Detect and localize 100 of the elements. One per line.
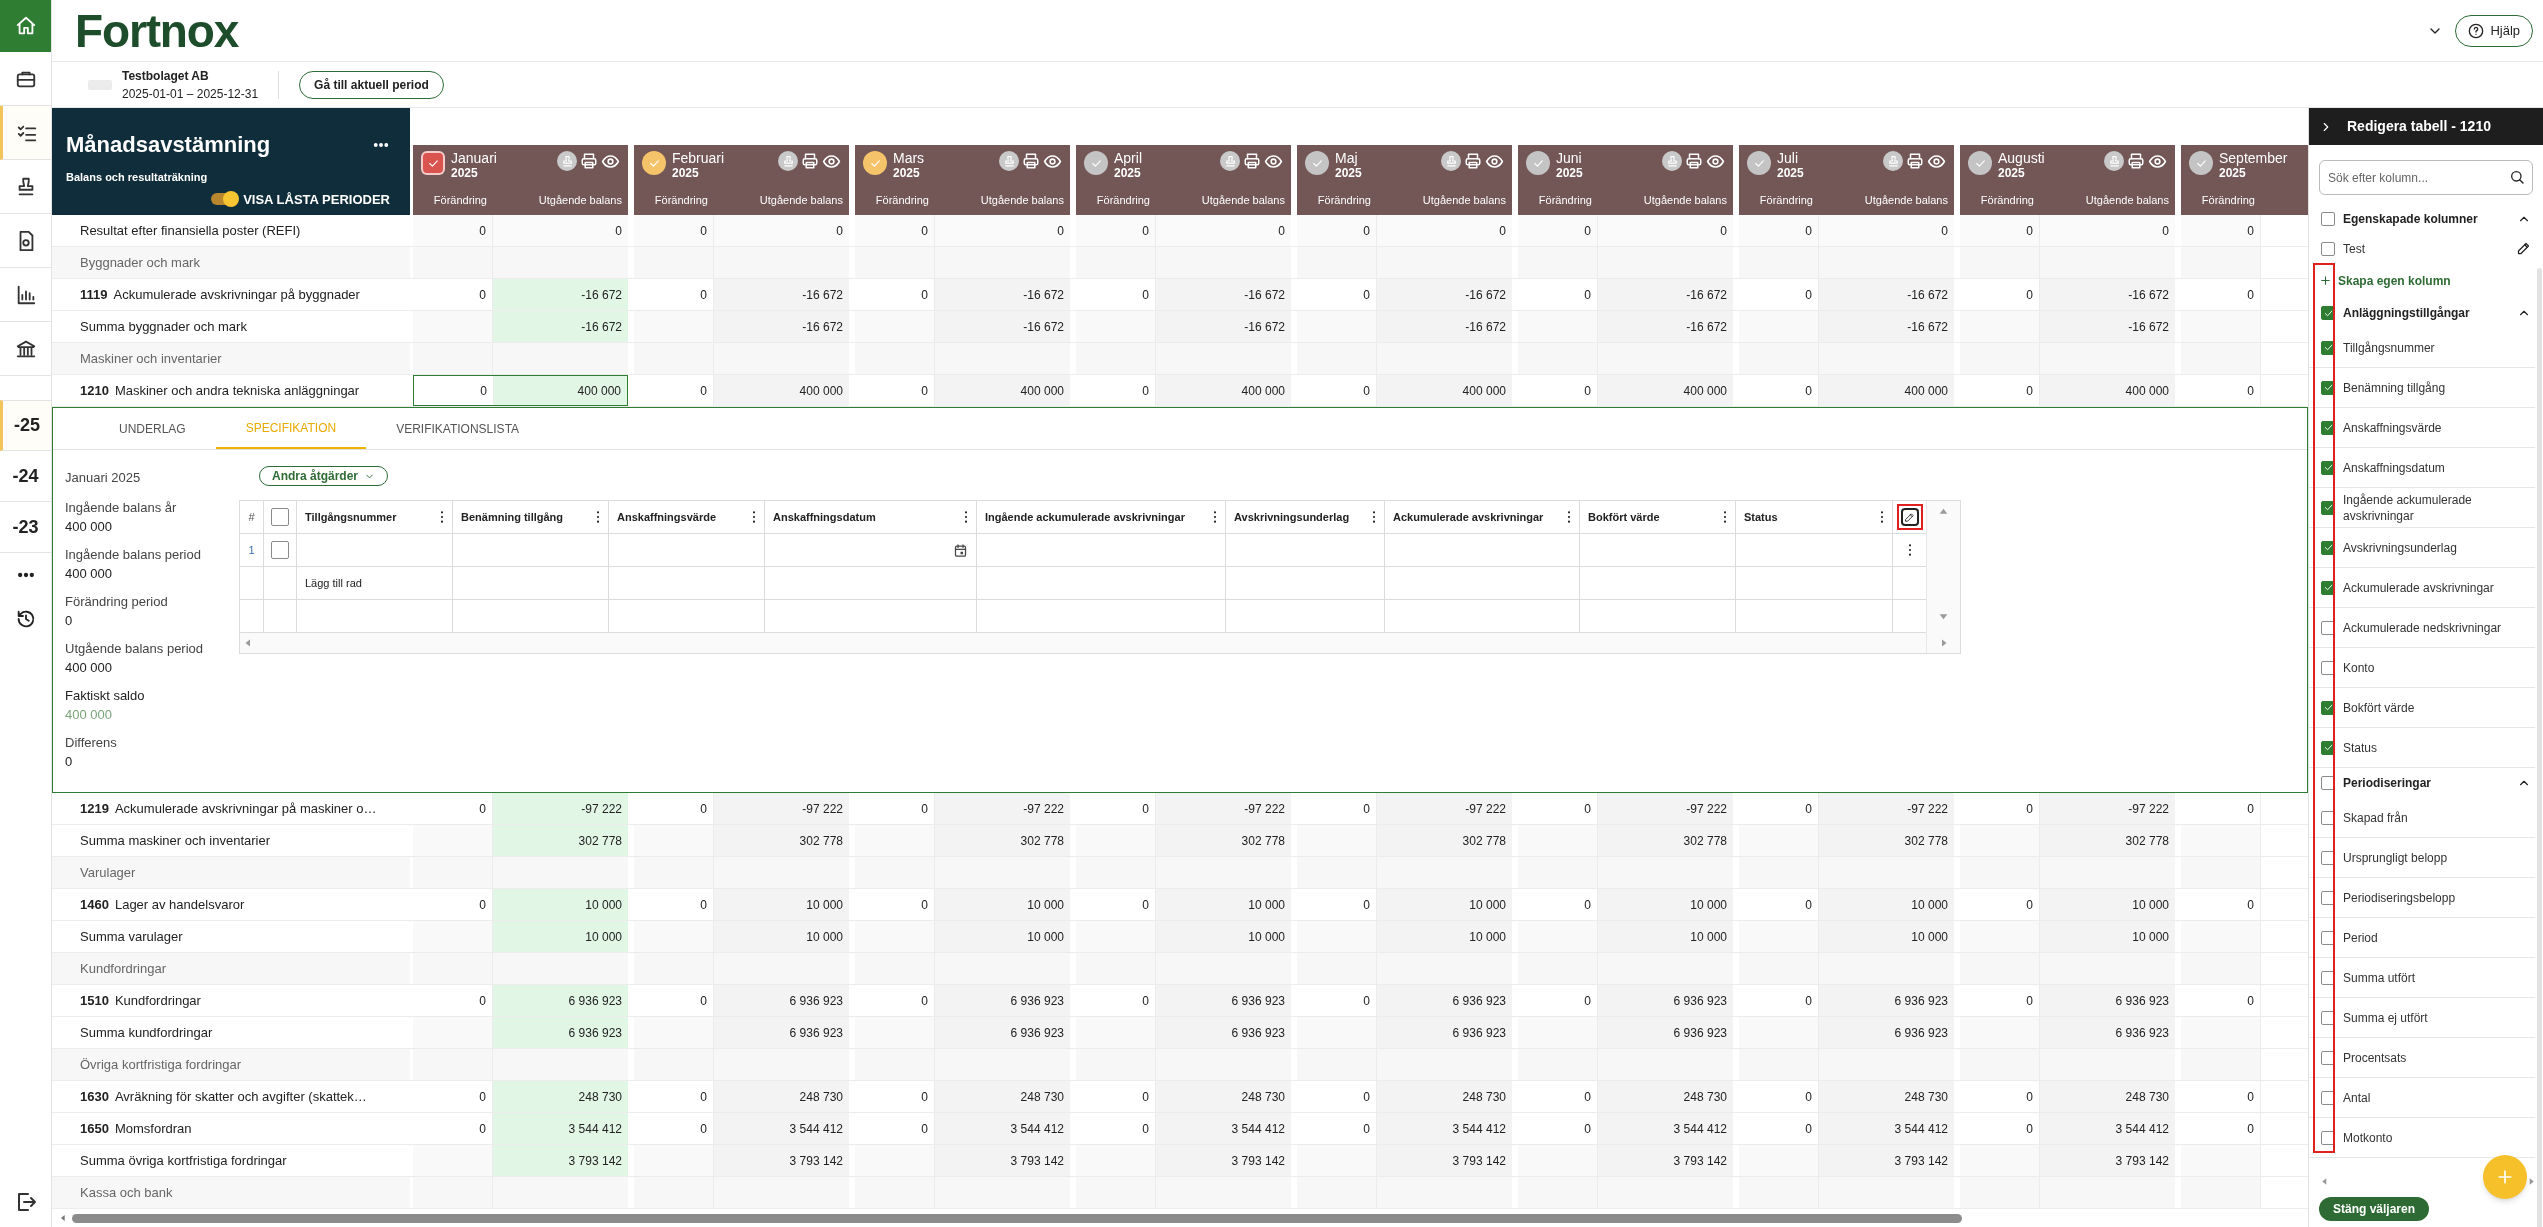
table-cell: -97 222 [1598, 793, 1733, 824]
status-icon[interactable] [863, 151, 887, 175]
tab[interactable]: VERIFIKATIONSLISTA [366, 408, 550, 449]
account-name: Avräkning för skatter och avgifter (skattek… [114, 1087, 367, 1106]
group-label: Byggnader och mark [52, 247, 410, 278]
print-icon[interactable] [2127, 152, 2145, 170]
column-option: Ackumulerade nedskrivningar [2343, 619, 2502, 636]
column-label: Utgående balans [537, 192, 623, 208]
table-cell: 400 000 [2040, 375, 2175, 406]
logo[interactable]: Fortnox [75, 7, 239, 54]
column-option: Summa ej utfört [2343, 1009, 2428, 1026]
table-cell: 302 778 [1156, 825, 1291, 856]
table-cell: 0 [855, 215, 935, 246]
table-cell: 3 544 412 [1156, 1113, 1291, 1144]
pencil-icon[interactable] [2516, 241, 2531, 256]
table-cell: 6 936 923 [714, 1017, 849, 1048]
table-cell: 10 000 [714, 889, 849, 920]
account-number: 1210 [80, 381, 109, 400]
table-cell: -16 672 [935, 279, 1070, 310]
year-item[interactable]: -25 [0, 400, 51, 451]
table-cell: 6 936 923 [1377, 1017, 1512, 1048]
print-icon[interactable] [1464, 152, 1482, 170]
status-icon[interactable] [1084, 151, 1108, 175]
add-column-link[interactable]: Skapa egen kolumn [2309, 263, 2451, 298]
search-field[interactable]: Sök efter kolumn... [2319, 160, 2533, 195]
account-number: 1119 [80, 285, 108, 304]
checkbox[interactable] [2321, 212, 2335, 226]
table-cell: 3 544 412 [493, 1113, 628, 1144]
table-cell: -97 222 [1377, 793, 1512, 824]
column-header: Tillgångsnummer [305, 509, 397, 525]
column-option: Periodiseringsbelopp [2343, 889, 2456, 906]
status-icon[interactable] [2189, 151, 2213, 175]
column-label: Utgående balans [979, 192, 1065, 208]
status-icon[interactable] [421, 151, 445, 175]
sum-label: Summa byggnader och mark [79, 317, 248, 336]
print-icon[interactable] [580, 152, 598, 170]
stamp-icon[interactable] [999, 151, 1019, 171]
stamp-icon[interactable] [557, 151, 577, 171]
table-cell: 0 [714, 215, 849, 246]
stamp-icon[interactable] [1441, 151, 1461, 171]
table-cell: 3 793 142 [1377, 1145, 1512, 1176]
column-header: Bokfört värde [1588, 509, 1660, 525]
status-icon[interactable] [1305, 151, 1329, 175]
print-icon[interactable] [1906, 152, 1924, 170]
scrollbar[interactable] [72, 1213, 1962, 1223]
status-icon[interactable] [1526, 151, 1550, 175]
print-icon[interactable] [1243, 152, 1261, 170]
checkbox[interactable] [2321, 241, 2335, 256]
table-cell: -16 672 [935, 311, 1070, 342]
table-cell: 302 778 [714, 825, 849, 856]
sum-label: Summa kundfordringar [79, 1023, 214, 1042]
pencil-icon [1904, 511, 1915, 523]
checkbox[interactable] [271, 541, 289, 559]
table-cell: 10 000 [935, 889, 1070, 920]
stamp-icon[interactable] [1662, 151, 1682, 171]
add-row-link[interactable]: Lägg till rad [305, 574, 362, 592]
stamp-icon[interactable] [778, 151, 798, 171]
table-cell: 3 793 142 [493, 1145, 628, 1176]
stamp-icon[interactable] [2104, 151, 2124, 171]
print-icon[interactable] [1685, 152, 1703, 170]
group-label: Kundfordringar [52, 953, 410, 984]
table-cell: -16 672 [1156, 311, 1291, 342]
nav-item[interactable] [0, 106, 51, 160]
print-icon[interactable] [801, 152, 819, 170]
account-number: 1460 [80, 895, 109, 914]
table-cell: -16 672 [1598, 311, 1733, 342]
table-cell: 10 000 [2040, 889, 2175, 920]
table-cell: 302 778 [493, 825, 628, 856]
tab[interactable]: UNDERLAG [89, 408, 216, 449]
table-cell: 0 [2181, 215, 2261, 246]
close-picker-button[interactable]: Stäng väljaren [2319, 1197, 2430, 1221]
group-label: Maskiner och inventarier [52, 343, 410, 374]
status-icon[interactable] [1747, 151, 1771, 175]
figure-label: Ingående balans period [65, 545, 202, 564]
print-icon[interactable] [1022, 152, 1040, 170]
account-number: 1650 [80, 1119, 109, 1138]
table-cell: 6 936 923 [493, 985, 628, 1016]
year-item[interactable]: -23 [0, 502, 51, 553]
toggle-switch[interactable] [211, 193, 238, 206]
account-name: Ackumulerade avskrivningar på maskiner o… [114, 799, 377, 818]
checkbox[interactable] [271, 508, 289, 526]
table-cell: 400 000 [1377, 375, 1512, 406]
table-cell: -16 672 [1377, 311, 1512, 342]
stamp-icon[interactable] [1220, 151, 1240, 171]
column-header: Ingående ackumulerade avskrivningar [985, 509, 1185, 525]
table-cell: 0 [1518, 215, 1598, 246]
column-header: Avskrivningsunderlag [1234, 509, 1350, 525]
status-icon[interactable] [1968, 151, 1992, 175]
column-label: Förändring [1316, 192, 1372, 208]
status-icon[interactable] [642, 151, 666, 175]
table-cell: 248 730 [1156, 1081, 1291, 1112]
table-cell: 6 936 923 [1156, 985, 1291, 1016]
stamp-icon[interactable] [1883, 151, 1903, 171]
calendar-icon[interactable] [953, 542, 968, 558]
table-cell: 3 544 412 [935, 1113, 1070, 1144]
table-cell: -97 222 [1156, 793, 1291, 824]
year-item[interactable]: -24 [0, 451, 51, 502]
figure-value: 0 [65, 752, 74, 771]
search-icon[interactable] [2509, 169, 2525, 185]
column-option: Anskaffningsvärde [2343, 419, 2442, 436]
